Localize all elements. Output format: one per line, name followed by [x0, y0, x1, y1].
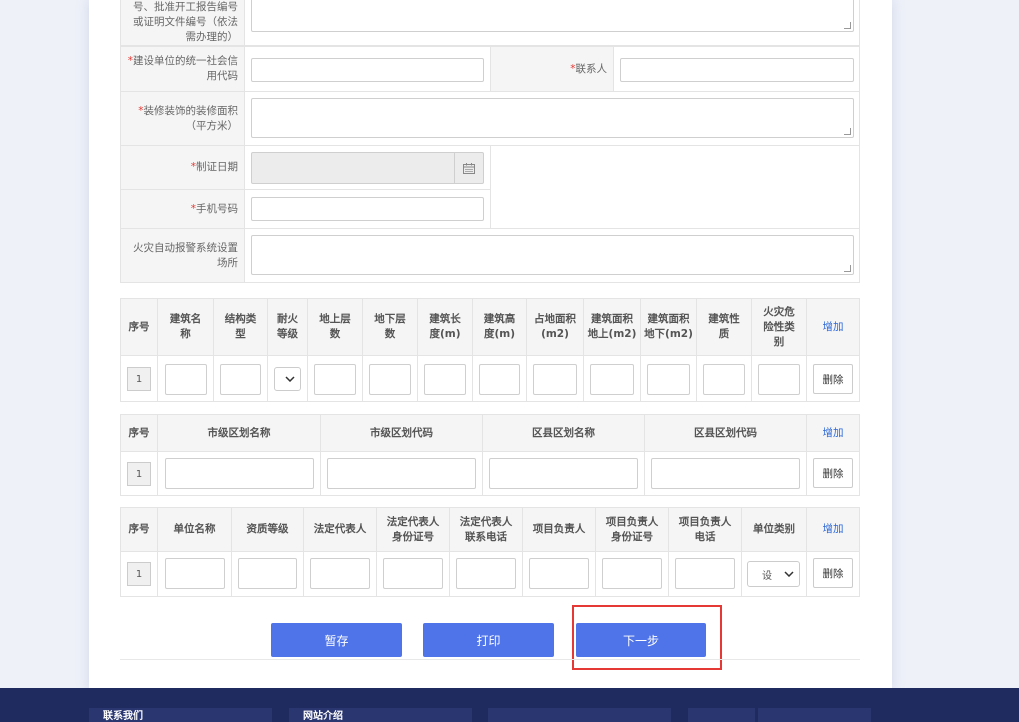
calendar-icon[interactable]	[454, 153, 483, 183]
unit-header-project-lead-phone: 项目负责人电话	[668, 507, 742, 552]
fire-alarm-textarea[interactable]	[251, 235, 854, 275]
area-above-input[interactable]	[590, 364, 634, 395]
legal-rep-input[interactable]	[310, 558, 370, 589]
building-header-nature: 建筑性质	[696, 298, 752, 356]
building-header-area-below: 建筑面积地下(m2)	[640, 298, 697, 356]
land-area-input[interactable]	[533, 364, 577, 395]
region-header-county-name: 区县区划名称	[482, 414, 645, 452]
legal-rep-id-input[interactable]	[383, 558, 443, 589]
divider	[120, 659, 860, 660]
unit-header-type: 单位类别	[741, 507, 807, 552]
next-step-button[interactable]: 下一步	[576, 623, 706, 657]
region-header-index: 序号	[120, 414, 158, 452]
credit-code-label: *建设单位的统一社会信用代码	[120, 46, 245, 92]
unit-header-index: 序号	[120, 507, 158, 552]
project-lead-phone-input[interactable]	[675, 558, 735, 589]
contact-input[interactable]	[620, 58, 854, 82]
unit-header-legal-rep-id: 法定代表人身份证号	[376, 507, 450, 552]
building-height-input[interactable]	[479, 364, 520, 395]
credit-code-input[interactable]	[251, 58, 484, 82]
floors-above-input[interactable]	[314, 364, 356, 395]
approval-number-textarea[interactable]	[251, 0, 854, 32]
building-length-input[interactable]	[424, 364, 466, 395]
phone-label: *手机号码	[120, 189, 245, 229]
unit-header-name: 单位名称	[157, 507, 232, 552]
building-header-area-above: 建筑面积地上(m2)	[583, 298, 641, 356]
unit-header-project-lead: 项目负责人	[522, 507, 596, 552]
fire-rating-select[interactable]	[274, 367, 301, 391]
project-lead-input[interactable]	[529, 558, 589, 589]
footer-about-heading: 网站介绍	[289, 708, 472, 722]
footer: 联系我们 网站介绍	[0, 688, 1019, 722]
decoration-area-textarea[interactable]	[251, 98, 854, 138]
building-row-index: 1	[127, 367, 151, 391]
project-lead-id-input[interactable]	[602, 558, 662, 589]
city-name-input[interactable]	[165, 458, 314, 489]
fire-alarm-label: 火灾自动报警系统设置场所	[120, 228, 245, 283]
building-header-floors-above: 地上层数	[307, 298, 363, 356]
area-below-input[interactable]	[647, 364, 690, 395]
unit-type-value: 设	[762, 570, 772, 582]
unit-header-project-lead-id: 项目负责人身份证号	[595, 507, 669, 552]
building-header-fire-risk: 火灾危险性类别	[751, 298, 807, 356]
fire-risk-input[interactable]	[758, 364, 800, 395]
region-header-city-name: 市级区划名称	[157, 414, 321, 452]
region-row-index: 1	[127, 462, 151, 486]
legal-rep-phone-input[interactable]	[456, 558, 516, 589]
contact-label: *联系人	[490, 46, 614, 92]
phone-input[interactable]	[251, 197, 484, 221]
footer-contact-heading: 联系我们	[89, 708, 272, 722]
save-draft-button[interactable]: 暂存	[271, 623, 402, 657]
unit-header-qualification: 资质等级	[231, 507, 304, 552]
building-add-link[interactable]: 增加	[806, 298, 860, 356]
unit-add-link[interactable]: 增加	[806, 507, 860, 552]
building-nature-input[interactable]	[703, 364, 745, 395]
building-header-fire-rating: 耐火等级	[267, 298, 308, 356]
county-code-input[interactable]	[651, 458, 800, 489]
unit-type-select[interactable]: 设	[747, 561, 800, 587]
cert-date-input[interactable]	[251, 152, 484, 184]
region-add-link[interactable]: 增加	[806, 414, 860, 452]
qualification-input[interactable]	[238, 558, 297, 589]
decoration-area-label: *装修装饰的装修面积（平方米）	[120, 91, 245, 146]
city-code-input[interactable]	[327, 458, 476, 489]
building-header-structure: 结构类型	[213, 298, 268, 356]
chevron-down-icon	[285, 376, 295, 382]
building-header-index: 序号	[120, 298, 158, 356]
footer-column-4	[688, 708, 755, 722]
cert-date-label: *制证日期	[120, 145, 245, 190]
print-button[interactable]: 打印	[423, 623, 554, 657]
region-delete-button[interactable]: 删除	[813, 458, 853, 488]
building-delete-button[interactable]: 删除	[813, 364, 853, 394]
structure-type-input[interactable]	[220, 364, 261, 395]
unit-delete-button[interactable]: 删除	[813, 558, 853, 588]
footer-column-3	[488, 708, 671, 722]
region-header-county-code: 区县区划代码	[644, 414, 807, 452]
building-name-input[interactable]	[165, 364, 207, 395]
empty-cell	[490, 145, 860, 229]
building-header-floors-below: 地下层数	[362, 298, 418, 356]
unit-header-legal-rep-phone: 法定代表人联系电话	[449, 507, 523, 552]
approval-number-label: 号、批准开工报告编号或证明文件编号（依法需办理的）	[120, 0, 245, 46]
region-header-city-code: 市级区划代码	[320, 414, 483, 452]
footer-column-5	[758, 708, 871, 722]
floors-below-input[interactable]	[369, 364, 411, 395]
county-name-input[interactable]	[489, 458, 638, 489]
unit-header-legal-rep: 法定代表人	[303, 507, 377, 552]
unit-name-input[interactable]	[165, 558, 225, 589]
unit-row-index: 1	[127, 562, 151, 586]
building-header-height: 建筑高度(m)	[472, 298, 527, 356]
building-header-length: 建筑长度(m)	[417, 298, 473, 356]
building-header-land-area: 占地面积(m2)	[526, 298, 584, 356]
building-header-name: 建筑名称	[157, 298, 214, 356]
chevron-down-icon	[784, 571, 794, 577]
